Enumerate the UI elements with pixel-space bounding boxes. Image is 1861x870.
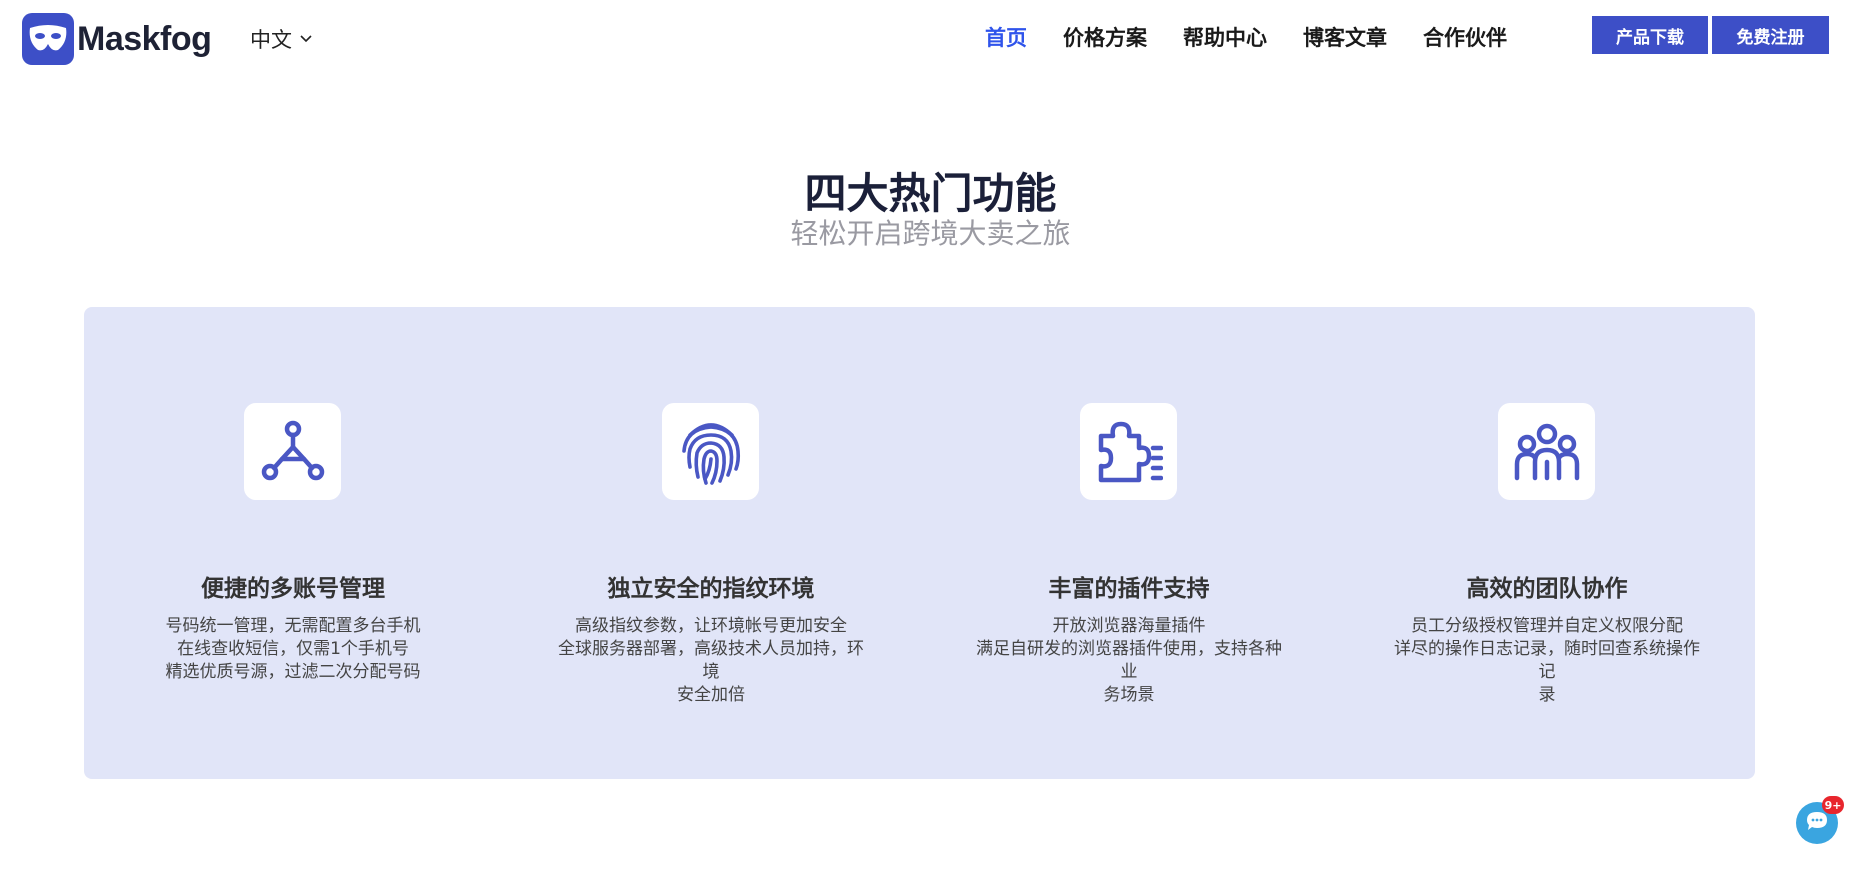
brand-name: Maskfog xyxy=(77,19,212,58)
feature-title: 便捷的多账号管理 xyxy=(201,576,385,602)
feature-desc-line: 务场景 xyxy=(1103,685,1155,705)
feature-desc-line: 安全加倍 xyxy=(677,685,745,705)
feature-card: 独立安全的指纹环境 高级指纹参数，让环境帐号更加安全 全球服务器部署，高级技术人… xyxy=(502,307,920,779)
chat-widget-button[interactable]: 9+ xyxy=(1796,796,1844,844)
mask-logo-icon xyxy=(22,13,74,65)
nav-pricing[interactable]: 价格方案 xyxy=(1063,22,1147,52)
language-label: 中文 xyxy=(250,28,292,52)
feature-card: 便捷的多账号管理 号码统一管理，无需配置多台手机 在线查收短信，仅需1个手机号 … xyxy=(84,307,502,779)
main-nav: 首页 价格方案 帮助中心 博客文章 合作伙伴 xyxy=(985,22,1543,52)
feature-desc-line: 满足自研发的浏览器插件使用，支持各种业 xyxy=(976,639,1282,682)
feature-title: 独立安全的指纹环境 xyxy=(607,576,815,602)
nav-blog[interactable]: 博客文章 xyxy=(1303,22,1387,52)
feature-description: 员工分级授权管理并自定义权限分配 详尽的操作日志记录，随时回查系统操作记 录 xyxy=(1388,615,1706,707)
feature-desc-line: 录 xyxy=(1538,685,1556,705)
puzzle-plugin-icon xyxy=(1080,403,1177,500)
feature-desc-line: 详尽的操作日志记录，随时回查系统操作记 xyxy=(1394,639,1700,682)
feature-description: 开放浏览器海量插件 满足自研发的浏览器插件使用，支持各种业 务场景 xyxy=(970,615,1288,707)
nav-home[interactable]: 首页 xyxy=(985,22,1027,52)
nav-help-center[interactable]: 帮助中心 xyxy=(1183,22,1267,52)
register-button[interactable]: 免费注册 xyxy=(1712,16,1829,54)
notification-badge: 9+ xyxy=(1822,796,1844,814)
feature-card: 高效的团队协作 员工分级授权管理并自定义权限分配 详尽的操作日志记录，随时回查系… xyxy=(1338,307,1756,779)
chevron-down-icon xyxy=(300,32,312,47)
team-icon xyxy=(1498,403,1595,500)
fingerprint-icon xyxy=(662,403,759,500)
download-button[interactable]: 产品下载 xyxy=(1592,16,1708,54)
logo[interactable]: Maskfog xyxy=(22,13,212,65)
feature-desc-line: 高级指纹参数，让环境帐号更加安全 xyxy=(575,616,847,636)
feature-description: 号码统一管理，无需配置多台手机 在线查收短信，仅需1个手机号 精选优质号源，过滤… xyxy=(134,615,452,684)
feature-desc-line: 号码统一管理，无需配置多台手机 xyxy=(165,616,421,636)
feature-description: 高级指纹参数，让环境帐号更加安全 全球服务器部署，高级技术人员加持，环境 安全加… xyxy=(552,615,870,707)
feature-desc-line: 员工分级授权管理并自定义权限分配 xyxy=(1411,616,1683,636)
feature-card: 丰富的插件支持 开放浏览器海量插件 满足自研发的浏览器插件使用，支持各种业 务场… xyxy=(920,307,1338,779)
section-subtitle: 轻松开启跨境大卖之旅 xyxy=(790,217,1071,250)
feature-desc-line: 开放浏览器海量插件 xyxy=(1052,616,1206,636)
features-panel: 便捷的多账号管理 号码统一管理，无需配置多台手机 在线查收短信，仅需1个手机号 … xyxy=(84,307,1755,779)
feature-desc-line: 全球服务器部署，高级技术人员加持，环境 xyxy=(558,639,864,682)
feature-title: 高效的团队协作 xyxy=(1466,576,1628,602)
feature-desc-line: 在线查收短信，仅需1个手机号 xyxy=(177,639,409,659)
nav-partners[interactable]: 合作伙伴 xyxy=(1423,22,1507,52)
language-selector[interactable]: 中文 xyxy=(250,24,312,54)
feature-desc-line: 精选优质号源，过滤二次分配号码 xyxy=(165,662,421,682)
feature-title: 丰富的插件支持 xyxy=(1048,576,1210,602)
network-nodes-icon xyxy=(244,403,341,500)
site-header: Maskfog 中文 首页 价格方案 帮助中心 博客文章 合作伙伴 产品下载 免… xyxy=(0,0,1861,76)
chat-bubble-icon xyxy=(1805,810,1829,836)
